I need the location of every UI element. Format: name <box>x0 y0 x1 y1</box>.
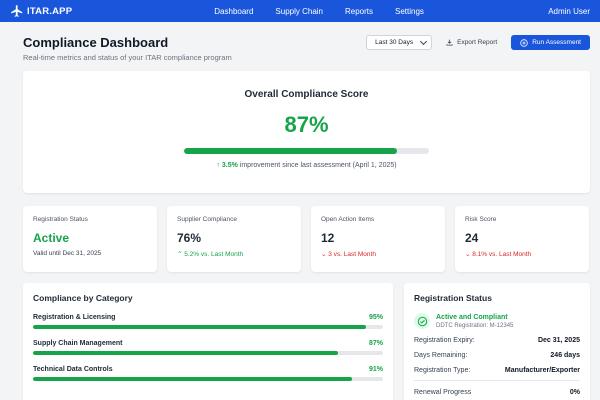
score-delta: 3.5% <box>221 162 238 169</box>
score-value: 87% <box>284 112 329 137</box>
registration-value: 0% <box>569 389 580 396</box>
score-title: Overall Compliance Score <box>244 89 369 100</box>
metric-label: Registration Status <box>33 216 88 223</box>
metric-sub: ⌃ 5.2% vs. Last Month <box>177 250 291 258</box>
registration-value: Dec 31, 2025 <box>537 337 580 344</box>
chevron-up-icon: ⌃ <box>177 251 183 258</box>
date-range-select[interactable]: Last 30 Days <box>366 35 433 50</box>
divider <box>414 380 580 381</box>
run-assessment-label: Run Assessment <box>532 39 581 46</box>
category-pct: 91% <box>368 366 383 373</box>
registration-value: Manufacturer/Exporter <box>504 367 580 374</box>
score-note-text: improvement since last assessment (April… <box>237 162 397 169</box>
registration-value: 246 days <box>550 352 580 359</box>
metric-registration-status: Registration Status Active Valid until D… <box>23 206 157 272</box>
arrow-up-icon: ↑ <box>216 162 220 169</box>
registration-row: Days Remaining: 246 days <box>414 352 580 359</box>
logo[interactable]: ITAR.APP <box>10 4 130 18</box>
registration-key: Renewal Progress <box>414 389 472 396</box>
score-progress-fill <box>184 148 398 154</box>
plane-icon <box>11 5 23 17</box>
nav-reports[interactable]: Reports <box>345 7 373 16</box>
chevron-down-icon <box>420 37 428 45</box>
metric-label: Open Action Items <box>321 216 375 223</box>
run-assessment-button[interactable]: Run Assessment <box>511 35 590 50</box>
export-report-button[interactable]: Export Report <box>440 35 503 50</box>
check-circle-icon <box>414 313 430 329</box>
category-row: Registration & Licensing 95% <box>33 314 383 329</box>
chevron-down-icon: ⌄ <box>321 251 327 258</box>
category-row: Supply Chain Management 87% <box>33 340 383 355</box>
metric-supplier-compliance: Supplier Compliance 76% ⌃ 5.2% vs. Last … <box>167 206 301 272</box>
category-name: Technical Data Controls <box>33 366 113 373</box>
category-fill <box>33 377 352 381</box>
category-bar <box>33 377 383 381</box>
category-bar <box>33 325 383 329</box>
chevron-down-icon: ⌄ <box>465 251 471 258</box>
page-subtitle: Real-time metrics and status of your ITA… <box>23 53 232 62</box>
registration-title: Registration Status <box>414 293 492 303</box>
metric-label: Supplier Compliance <box>177 216 237 223</box>
metric-sub: ⌄ 8.1% vs. Last Month <box>465 250 579 258</box>
category-name: Supply Chain Management <box>33 340 123 347</box>
metric-sub: ⌄ 3 vs. Last Month <box>321 250 435 258</box>
registration-number: DDTC Registration: M-12345 <box>436 322 514 329</box>
metric-sub-text: 3 vs. Last Month <box>328 251 376 258</box>
metric-value: 76% <box>177 231 202 245</box>
metric-value: Active <box>33 231 70 245</box>
registration-key: Days Remaining: <box>414 352 468 359</box>
nav-dashboard[interactable]: Dashboard <box>214 7 253 16</box>
score-note: ↑ 3.5% improvement since last assessment… <box>23 162 590 169</box>
header-actions: Last 30 Days Export Report Run Assessmen… <box>366 35 590 50</box>
user-menu[interactable]: Admin User <box>548 7 590 16</box>
category-fill <box>33 325 366 329</box>
download-icon <box>446 39 453 46</box>
export-report-label: Export Report <box>457 39 498 46</box>
metric-value: 24 <box>465 231 479 245</box>
registration-row: Registration Type: Manufacturer/Exporter <box>414 367 580 374</box>
score-progress-bar <box>184 148 429 154</box>
nav-links: Dashboard Supply Chain Reports Settings <box>130 7 548 16</box>
category-fill <box>33 351 338 355</box>
metric-risk-score: Risk Score 24 ⌄ 8.1% vs. Last Month <box>455 206 589 272</box>
compliance-by-category-card: Compliance by Category Registration & Li… <box>23 283 393 400</box>
date-range-value: Last 30 Days <box>375 39 414 46</box>
page-header: Compliance Dashboard Real-time metrics a… <box>23 35 590 65</box>
category-bar <box>33 351 383 355</box>
registration-status-card: Registration Status Active and Compliant… <box>404 283 590 400</box>
metric-label: Risk Score <box>465 216 497 223</box>
metric-value: 12 <box>321 231 335 245</box>
registration-key: Registration Type: <box>414 367 471 374</box>
registration-status: Active and Compliant DDTC Registration: … <box>414 313 580 329</box>
metric-sub: Valid until Dec 31, 2025 <box>33 250 102 257</box>
metric-open-action-items: Open Action Items 12 ⌄ 3 vs. Last Month <box>311 206 445 272</box>
registration-row: Renewal Progress 0% <box>414 389 580 396</box>
registration-active: Active and Compliant <box>436 313 508 321</box>
category-row: Technical Data Controls 91% <box>33 366 383 381</box>
category-pct: 87% <box>368 340 383 347</box>
nav-settings[interactable]: Settings <box>395 7 424 16</box>
top-nav: ITAR.APP Dashboard Supply Chain Reports … <box>0 0 600 22</box>
metric-sub-text: 8.1% vs. Last Month <box>472 251 532 258</box>
overall-score-card: Overall Compliance Score 87% ↑ 3.5% impr… <box>23 71 590 193</box>
category-name: Registration & Licensing <box>33 314 116 321</box>
registration-row: Registration Expiry: Dec 31, 2025 <box>414 337 580 344</box>
metric-sub-text: 5.2% vs. Last Month <box>184 251 244 258</box>
play-circle-icon <box>520 38 528 47</box>
registration-key: Registration Expiry: <box>414 337 475 344</box>
nav-supply-chain[interactable]: Supply Chain <box>275 7 323 16</box>
category-pct: 95% <box>368 314 383 321</box>
logo-text: ITAR.APP <box>27 5 73 17</box>
category-title: Compliance by Category <box>33 293 133 303</box>
